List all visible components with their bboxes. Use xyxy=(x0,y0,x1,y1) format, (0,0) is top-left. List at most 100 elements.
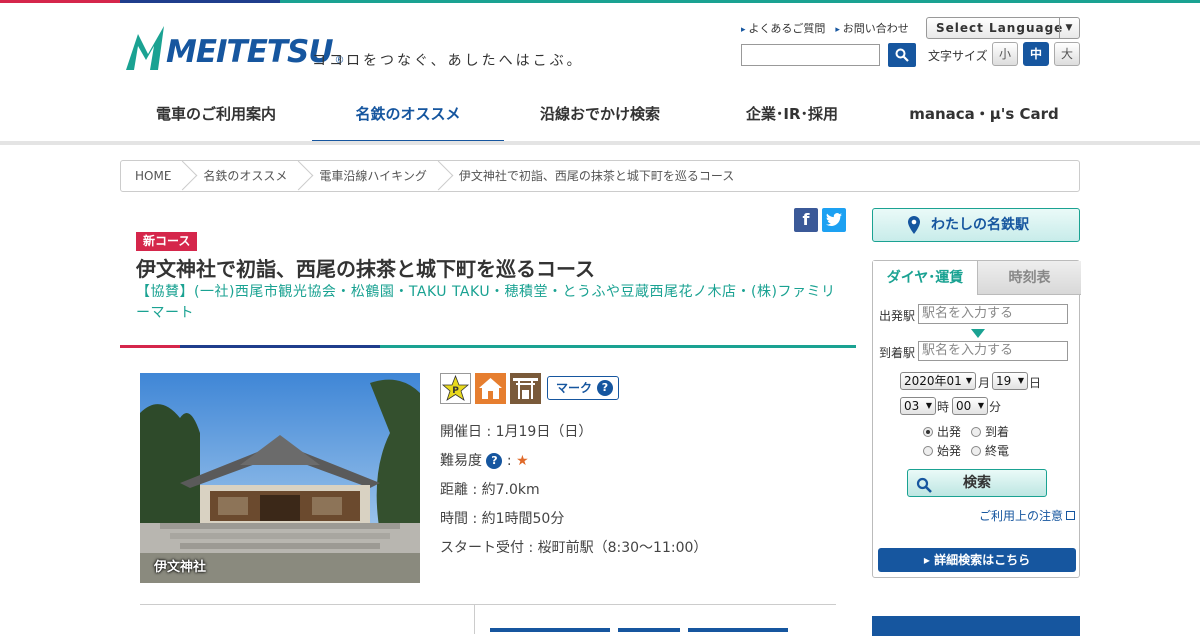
radio-dot xyxy=(923,446,933,456)
logo-text: MEITETSU xyxy=(166,34,334,70)
article-title: 伊文神社で初詣、西尾の抹茶と城下町を巡るコース xyxy=(136,257,595,281)
font-size-small-button[interactable]: 小 xyxy=(992,42,1018,66)
mark-help-label: マーク xyxy=(556,381,593,395)
title-divider xyxy=(120,345,856,348)
map-pin-icon xyxy=(908,216,920,234)
logo-mark-icon xyxy=(126,26,164,70)
year-month-select[interactable]: 2020年01 ▼ xyxy=(900,372,976,390)
route-search-label: 検索 xyxy=(963,475,991,491)
from-station-input[interactable]: 駅名を入力する xyxy=(918,304,1068,324)
chevron-down-icon: ▼ xyxy=(965,376,972,385)
usage-notes-label: ご利用上の注意 xyxy=(978,509,1063,523)
my-station-button[interactable]: わたしの名鉄駅 xyxy=(872,208,1080,242)
breadcrumb: HOME 名鉄のオススメ 電車沿線ハイキング 伊文神社で初詣、西尾の抹茶と城下町… xyxy=(120,160,1080,192)
sidebar-next-section xyxy=(872,616,1080,636)
radio-first-train[interactable]: 始発 xyxy=(923,442,961,459)
my-station-label: わたしの名鉄駅 xyxy=(931,217,1029,233)
difficulty-label: 難易度 xyxy=(440,453,482,469)
faq-link[interactable]: よくあるご質問 xyxy=(741,20,825,36)
radio-arrival[interactable]: 到着 xyxy=(971,423,1009,440)
site-search-button[interactable] xyxy=(888,43,916,67)
site-search-input[interactable] xyxy=(741,44,880,66)
new-course-badge: 新コース xyxy=(136,232,198,251)
content-tab-1[interactable] xyxy=(490,628,610,632)
breadcrumb-hiking[interactable]: 電車沿線ハイキング xyxy=(301,161,440,191)
gnav-recommend[interactable]: 名鉄のオススメ xyxy=(312,88,504,144)
difficulty-colon: : xyxy=(506,453,512,469)
minute-value: 00 xyxy=(956,399,972,413)
photo-caption: 伊文神社 xyxy=(154,560,207,575)
breadcrumb-recommend[interactable]: 名鉄のオススメ xyxy=(185,161,301,191)
tab-timetable[interactable]: 時刻表 xyxy=(977,261,1081,295)
font-size-large-button[interactable]: 大 xyxy=(1054,42,1080,66)
radio-departure-label: 出発 xyxy=(937,425,962,439)
distance: 距離 : 約7.0km xyxy=(440,482,540,498)
gnav-manaca[interactable]: manaca・μ's Card xyxy=(888,88,1080,144)
tab-timetable-fare[interactable]: ダイヤ･運賃 xyxy=(873,261,977,295)
hour-unit: 時 xyxy=(937,400,950,414)
radio-last-train-label: 終電 xyxy=(985,444,1010,458)
difficulty-help-icon[interactable]: ? xyxy=(486,453,503,469)
course-photo: 伊文神社 xyxy=(140,373,420,583)
gnav-train-guide[interactable]: 電車のご利用案内 xyxy=(120,88,312,144)
day-select[interactable]: 19 ▼ xyxy=(992,372,1028,390)
chevron-down-icon: ▼ xyxy=(925,401,932,410)
font-size-medium-button[interactable]: 中 xyxy=(1023,42,1049,66)
difficulty-row: 難易度 ? : ★ xyxy=(440,450,529,470)
difficulty-stars: ★ xyxy=(516,453,529,469)
from-station-label: 出発駅 xyxy=(879,309,916,323)
gnav-outing-search[interactable]: 沿線おでかけ検索 xyxy=(504,88,696,144)
radio-first-train-label: 始発 xyxy=(937,444,962,458)
gnav-corporate[interactable]: 企業･IR･採用 xyxy=(696,88,888,144)
day-value: 19 xyxy=(996,374,1012,388)
arrow-down-icon xyxy=(971,329,985,338)
radio-dot xyxy=(971,446,981,456)
hour-select[interactable]: 03 ▼ xyxy=(900,397,936,415)
contact-link[interactable]: お問い合わせ xyxy=(835,20,909,36)
parking-star-icon: P xyxy=(440,373,471,404)
language-select[interactable]: Select Language ▼ xyxy=(926,17,1080,39)
twitter-share-icon[interactable] xyxy=(822,208,846,232)
breadcrumb-current: 伊文神社で初詣、西尾の抹茶と城下町を巡るコース xyxy=(458,169,735,183)
chevron-down-icon: ▼ xyxy=(1017,376,1024,385)
detail-search-button[interactable]: ▸ 詳細検索はこちら xyxy=(878,548,1076,572)
radio-arrival-label: 到着 xyxy=(985,425,1010,439)
breadcrumb-home[interactable]: HOME xyxy=(121,161,185,191)
minute-unit: 分 xyxy=(989,400,1002,414)
twitter-bird-icon xyxy=(826,213,842,226)
start-reception: スタート受付 : 桜町前駅（8:30～11:00） xyxy=(440,540,708,556)
mark-help-button[interactable]: マーク ? xyxy=(547,376,619,400)
utility-links: よくあるご質問 お問い合わせ xyxy=(741,20,909,36)
event-date: 開催日 : 1月19日（日） xyxy=(440,424,593,440)
radio-departure[interactable]: 出発 xyxy=(923,423,961,440)
day-unit: 日 xyxy=(1029,376,1042,390)
external-link-icon xyxy=(1066,511,1075,520)
shrine-torii-icon xyxy=(510,373,541,404)
duration: 時間 : 約1時間50分 xyxy=(440,511,565,527)
radio-dot xyxy=(923,427,933,437)
top-color-bar xyxy=(0,0,1200,3)
search-icon xyxy=(895,48,909,62)
content-tab-3[interactable] xyxy=(688,628,788,632)
svg-text:P: P xyxy=(452,386,459,396)
radio-last-train[interactable]: 終電 xyxy=(971,442,1009,459)
to-station-label: 到着駅 xyxy=(879,346,916,360)
font-size-label: 文字サイズ xyxy=(928,49,988,63)
shrine-photo-image xyxy=(140,373,420,583)
content-tab-2[interactable] xyxy=(618,628,680,632)
route-search-button[interactable]: 検索 xyxy=(907,469,1047,497)
tagline: ココロをつなぐ、あしたへはこぶ。 xyxy=(312,53,584,69)
to-station-input[interactable]: 駅名を入力する xyxy=(918,341,1068,361)
chevron-down-icon: ▼ xyxy=(977,401,984,410)
usage-notes-link[interactable]: ご利用上の注意 xyxy=(979,507,1075,524)
search-icon xyxy=(916,475,932,501)
house-icon xyxy=(475,373,506,404)
question-icon: ? xyxy=(597,380,613,396)
year-month-value: 2020年01 xyxy=(904,374,962,388)
facebook-share-icon[interactable]: f xyxy=(794,208,818,232)
minute-select[interactable]: 00 ▼ xyxy=(952,397,988,415)
nav-divider xyxy=(0,141,1200,145)
language-select-label: Select Language xyxy=(936,21,1064,35)
sponsor-text: 【協賛】(一社)西尾市観光協会・松鶴園・TAKU TAKU・穂積堂・とうふや豆蔵… xyxy=(136,284,836,321)
radio-dot xyxy=(971,427,981,437)
